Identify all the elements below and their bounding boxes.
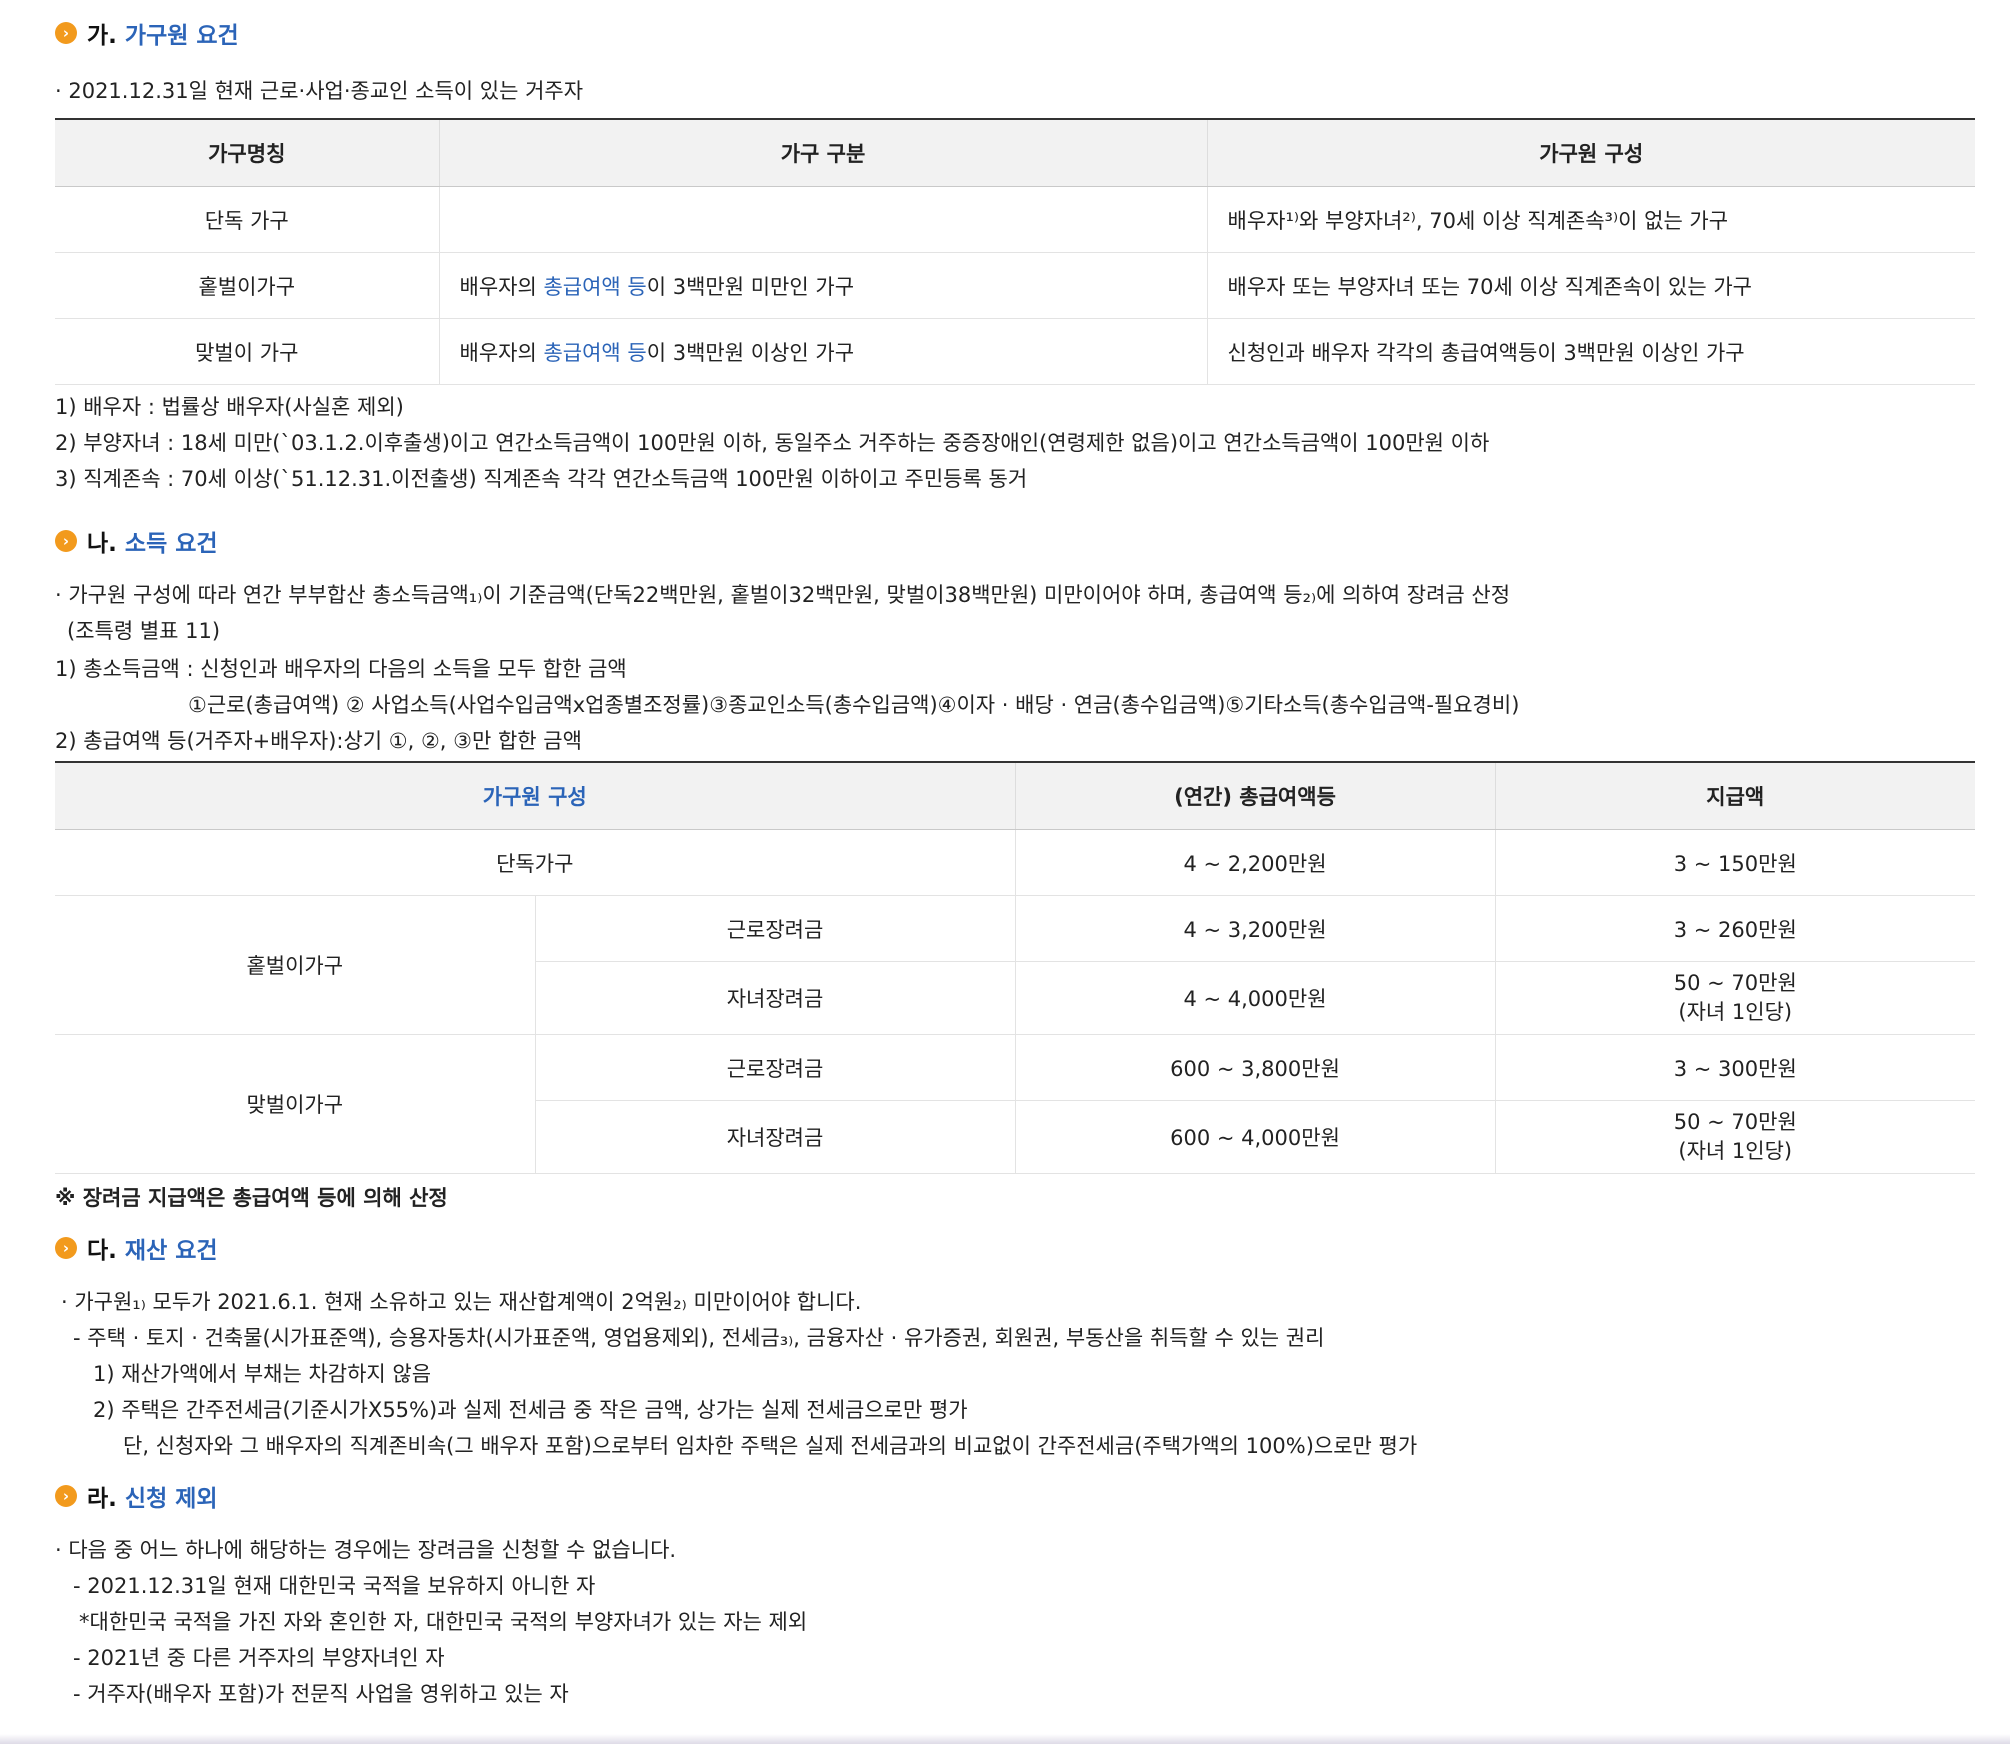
section-c-body: · 가구원₁₎ 모두가 2021.6.1. 현재 소유하고 있는 재산합계액이 … [55,1284,1975,1464]
chevron-right-icon: › [55,1485,77,1507]
section-d-prefix: 라. [87,1486,117,1512]
section-b-notes: 1) 총소득금액 : 신청인과 배우자의 다음의 소득을 모두 합한 금액 ①근… [55,651,1975,759]
pay-range: 600 ~ 4,000만원 [1015,1100,1496,1174]
section-a-name: 가구원 요건 [124,23,239,49]
household-type: 홑벌이가구 [55,895,536,1035]
benefit-amount-unit: (자녀 1인당) [1678,1000,1793,1024]
section-a-prefix: 가. [87,23,117,49]
section-b-title: › 나. 소득 요건 [55,523,1975,559]
table-row: 맞벌이 가구 배우자의 총급여액 등이 3백만원 이상인 가구 신청인과 배우자… [55,318,1975,385]
incentive-type: 근로장려금 [535,895,1016,962]
section-d-name: 신청 제외 [124,1486,218,1512]
table-header-row: 가구명칭 가구 구분 가구원 구성 [55,118,1975,187]
household-division: 배우자의 총급여액 등이 3백만원 이상인 가구 [439,318,1208,385]
header-cell: 가구원 구성 [55,761,1016,830]
body-line: · 다음 중 어느 하나에 해당하는 경우에는 장려금을 신청할 수 없습니다. [55,1538,677,1562]
division-text: 배우자의 [459,274,544,299]
pay-range: 600 ~ 3,800만원 [1015,1034,1496,1101]
household-division: 배우자의 총급여액 등이 3백만원 미만인 가구 [439,252,1208,319]
table-row: 맞벌이가구 근로장려금 600 ~ 3,800만원 3 ~ 300만원 [55,1034,1976,1174]
note-line: 3) 직계존속 : 70세 이상(`51.12.31.이전출생) 직계존속 각각… [55,467,1028,491]
note-line: ①근로(총급여액) ② 사업소득(사업수입금액x업종별조정률)③종교인소득(총수… [188,693,1520,717]
body-line: *대한민국 국적을 가진 자와 혼인한 자, 대한민국 국적의 부양자녀가 있는… [79,1610,808,1634]
note-line: 1) 배우자 : 법률상 배우자(사실혼 제외) [55,395,404,419]
division-text: 배우자의 [459,340,544,365]
note-line: 1) 총소득금액 : 신청인과 배우자의 다음의 소득을 모두 합한 금액 [55,657,627,681]
pay-range: 4 ~ 2,200만원 [1015,829,1496,896]
section-a-intro: · 2021.12.31일 현재 근로·사업·종교인 소득이 있는 거주자 [55,79,584,103]
household-table: 가구명칭 가구 구분 가구원 구성 단독 가구 배우자¹⁾와 부양자녀²⁾, 7… [55,118,1975,385]
section-d-body: · 다음 중 어느 하나에 해당하는 경우에는 장려금을 신청할 수 없습니다.… [55,1532,1975,1712]
section-b-intro-ref: (조특령 별표 11) [67,619,221,643]
section-b-prefix: 나. [87,531,117,557]
household-composition: 신청인과 배우자 각각의 총급여액등이 3백만원 이상인 가구 [1207,318,1975,385]
table-row: 홑벌이가구 배우자의 총급여액 등이 3백만원 미만인 가구 배우자 또는 부양… [55,252,1975,319]
section-c-prefix: 다. [87,1238,117,1264]
section-a-title: › 가. 가구원 요건 [55,15,1975,51]
body-line: - 주택 · 토지 · 건축물(시가표준액), 승용자동차(시가표준액, 영업용… [73,1326,1325,1350]
section-c-title: › 다. 재산 요건 [55,1230,1975,1266]
income-table: 가구원 구성 (연간) 총급여액등 지급액 단독가구 4 ~ 2,200만원 3… [55,761,1976,1174]
header-cell: 가구명칭 [55,118,440,187]
header-cell: 가구 구분 [439,118,1208,187]
section-a-notes: 1) 배우자 : 법률상 배우자(사실혼 제외) 2) 부양자녀 : 18세 미… [55,389,1975,497]
household-type: 단독가구 [55,829,1016,896]
body-line: 단, 신청자와 그 배우자의 직계존비속(그 배우자 포함)으로부터 임차한 주… [123,1434,1418,1458]
section-c-name: 재산 요건 [124,1238,218,1264]
total-pay-link[interactable]: 총급여액 등 [543,275,646,299]
household-name: 맞벌이 가구 [55,318,440,385]
body-line: 2) 주택은 간주전세금(기준시가X55%)과 실제 전세금 중 작은 금액, … [93,1398,968,1422]
benefit-amount-value: 50 ~ 70만원 [1673,971,1797,995]
benefit-amount: 3 ~ 260만원 [1495,895,1976,962]
household-division [439,186,1208,253]
incentive-type: 자녀장려금 [535,1100,1016,1174]
table-header-row: 가구원 구성 (연간) 총급여액등 지급액 [55,761,1976,830]
benefit-amount-unit: (자녀 1인당) [1678,1139,1793,1163]
household-name: 홑벌이가구 [55,252,440,319]
household-composition: 배우자 또는 부양자녀 또는 70세 이상 직계존속이 있는 가구 [1207,252,1975,319]
note-line: 2) 부양자녀 : 18세 미만(`03.1.2.이후출생)이고 연간소득금액이… [55,431,1490,455]
section-b-footnote: ※ 장려금 지급액은 총급여액 등에 의해 산정 [55,1186,448,1210]
body-line: - 거주자(배우자 포함)가 전문직 사업을 영위하고 있는 자 [73,1682,569,1706]
section-d-title: › 라. 신청 제외 [55,1478,1975,1514]
division-text: 이 3백만원 이상인 가구 [646,340,855,365]
pay-range: 4 ~ 4,000만원 [1015,961,1496,1035]
incentive-type: 자녀장려금 [535,961,1016,1035]
table-row: 홑벌이가구 근로장려금 4 ~ 3,200만원 3 ~ 260만원 [55,895,1976,1035]
household-composition: 배우자¹⁾와 부양자녀²⁾, 70세 이상 직계존속³⁾이 없는 가구 [1207,186,1975,253]
incentive-type: 근로장려금 [535,1034,1016,1101]
benefit-amount: 50 ~ 70만원 (자녀 1인당) [1495,961,1976,1035]
body-line: 1) 재산가액에서 부채는 차감하지 않음 [93,1362,432,1386]
household-name: 단독 가구 [55,186,440,253]
section-b-name: 소득 요건 [124,531,218,557]
total-pay-link[interactable]: 총급여액 등 [543,341,646,365]
division-text: 이 3백만원 미만인 가구 [646,274,855,299]
chevron-right-icon: › [55,22,77,44]
benefit-amount: 3 ~ 150만원 [1495,829,1976,896]
section-b-intro: · 가구원 구성에 따라 연간 부부합산 총소득금액₁₎이 기준금액(단독22백… [55,583,1511,607]
body-line: · 가구원₁₎ 모두가 2021.6.1. 현재 소유하고 있는 재산합계액이 … [61,1290,862,1314]
body-line: - 2021.12.31일 현재 대한민국 국적을 보유하지 아니한 자 [73,1574,596,1598]
benefit-amount: 3 ~ 300만원 [1495,1034,1976,1101]
header-cell: 가구원 구성 [1207,118,1975,187]
bottom-edge-shadow [0,1734,2010,1744]
table-row: 단독가구 4 ~ 2,200만원 3 ~ 150만원 [55,829,1976,896]
benefit-amount-value: 50 ~ 70만원 [1673,1110,1797,1134]
body-line: - 2021년 중 다른 거주자의 부양자녀인 자 [73,1646,445,1670]
note-line: 2) 총급여액 등(거주자+배우자):상기 ①, ②, ③만 합한 금액 [55,729,582,753]
chevron-right-icon: › [55,530,77,552]
header-cell: 지급액 [1495,761,1976,830]
chevron-right-icon: › [55,1237,77,1259]
header-cell: (연간) 총급여액등 [1015,761,1496,830]
content: › 가. 가구원 요건 · 2021.12.31일 현재 근로·사업·종교인 소… [55,0,1976,1712]
pay-range: 4 ~ 3,200만원 [1015,895,1496,962]
household-type: 맞벌이가구 [55,1034,536,1174]
table-row: 단독 가구 배우자¹⁾와 부양자녀²⁾, 70세 이상 직계존속³⁾이 없는 가… [55,186,1975,253]
benefit-amount: 50 ~ 70만원 (자녀 1인당) [1495,1100,1976,1174]
